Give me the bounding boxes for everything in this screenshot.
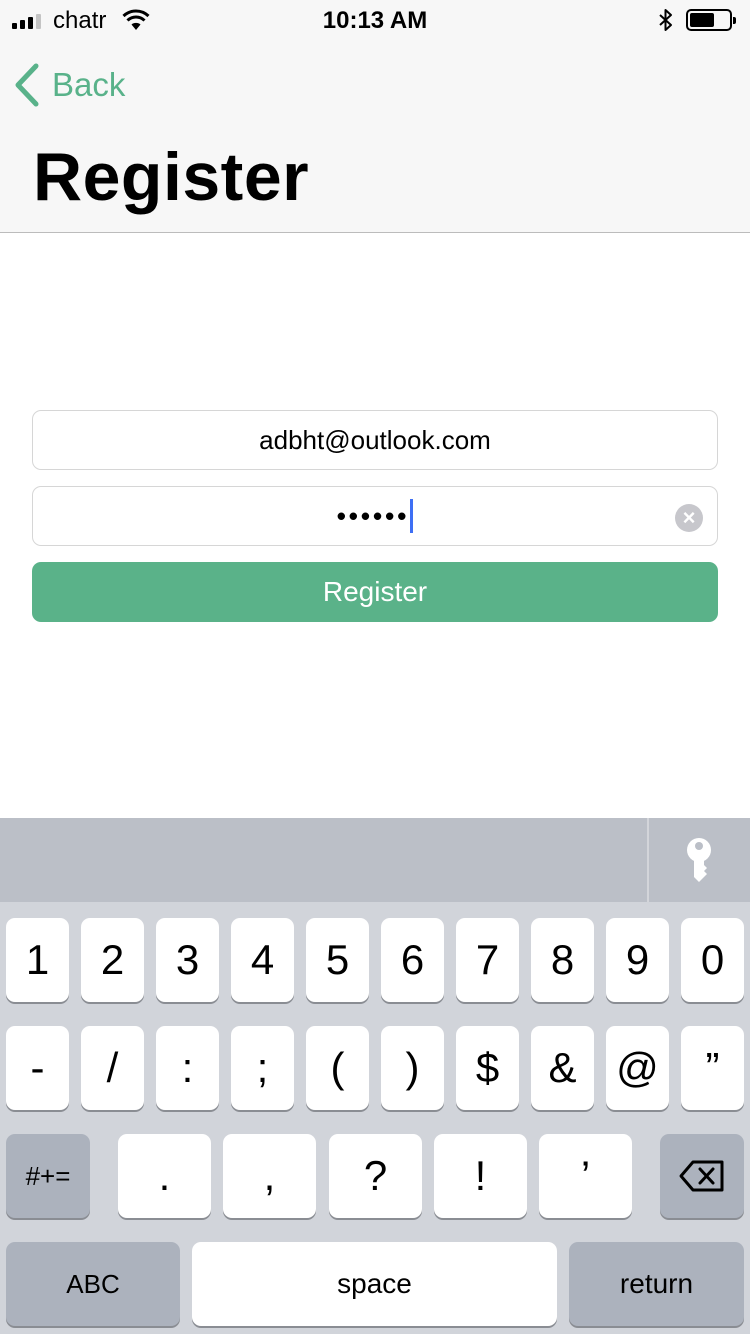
key-ampersand[interactable]: & (531, 1026, 594, 1110)
key-dollar[interactable]: $ (456, 1026, 519, 1110)
key-semicolon[interactable]: ; (231, 1026, 294, 1110)
return-key[interactable]: return (569, 1242, 744, 1326)
key-5[interactable]: 5 (306, 918, 369, 1002)
password-field[interactable]: •••••• × (32, 486, 718, 546)
key-8[interactable]: 8 (531, 918, 594, 1002)
email-field[interactable]: adbht@outlook.com (32, 410, 718, 470)
key-close-paren[interactable]: ) (381, 1026, 444, 1110)
key-comma[interactable]: , (223, 1134, 316, 1218)
key-2[interactable]: 2 (81, 918, 144, 1002)
back-label: Back (52, 66, 126, 103)
key-open-paren[interactable]: ( (306, 1026, 369, 1110)
clear-icon[interactable]: × (675, 504, 703, 532)
keyboard-toolbar (0, 818, 750, 902)
bluetooth-icon (659, 9, 672, 31)
key-7[interactable]: 7 (456, 918, 519, 1002)
key-6[interactable]: 6 (381, 918, 444, 1002)
key-exclamation[interactable]: ! (434, 1134, 527, 1218)
key-more-symbols[interactable]: #+= (6, 1134, 90, 1218)
abc-key[interactable]: ABC (6, 1242, 180, 1326)
key-1[interactable]: 1 (6, 918, 69, 1002)
key-period[interactable]: . (118, 1134, 211, 1218)
key-at[interactable]: @ (606, 1026, 669, 1110)
delete-icon (679, 1160, 724, 1192)
key-0[interactable]: 0 (681, 918, 744, 1002)
navigation-bar: Back Register (0, 40, 750, 233)
register-button[interactable]: Register (32, 562, 718, 622)
key-colon[interactable]: : (156, 1026, 219, 1110)
delete-key[interactable] (660, 1134, 744, 1218)
key-icon[interactable] (682, 837, 716, 883)
password-value: •••••• (336, 501, 410, 531)
toolbar-divider (647, 818, 649, 902)
battery-icon (686, 9, 736, 31)
key-4[interactable]: 4 (231, 918, 294, 1002)
keyboard: 1 2 3 4 5 6 7 8 9 0 - / : ; ( ) $ & @ ” … (0, 902, 750, 1334)
key-apostrophe[interactable]: ’ (539, 1134, 632, 1218)
key-slash[interactable]: / (81, 1026, 144, 1110)
space-key[interactable]: space (192, 1242, 557, 1326)
status-bar: chatr 10:13 AM (0, 0, 750, 40)
chevron-left-icon (15, 63, 39, 107)
key-question[interactable]: ? (329, 1134, 422, 1218)
text-cursor (410, 499, 414, 533)
register-button-label: Register (322, 576, 428, 607)
key-hyphen[interactable]: - (6, 1026, 69, 1110)
back-button[interactable]: Back (14, 60, 125, 110)
status-time: 10:13 AM (322, 7, 428, 34)
email-value: adbht@outlook.com (259, 424, 491, 455)
page-title: Register (33, 139, 310, 215)
key-9[interactable]: 9 (606, 918, 669, 1002)
key-3[interactable]: 3 (156, 918, 219, 1002)
key-quote[interactable]: ” (681, 1026, 744, 1110)
